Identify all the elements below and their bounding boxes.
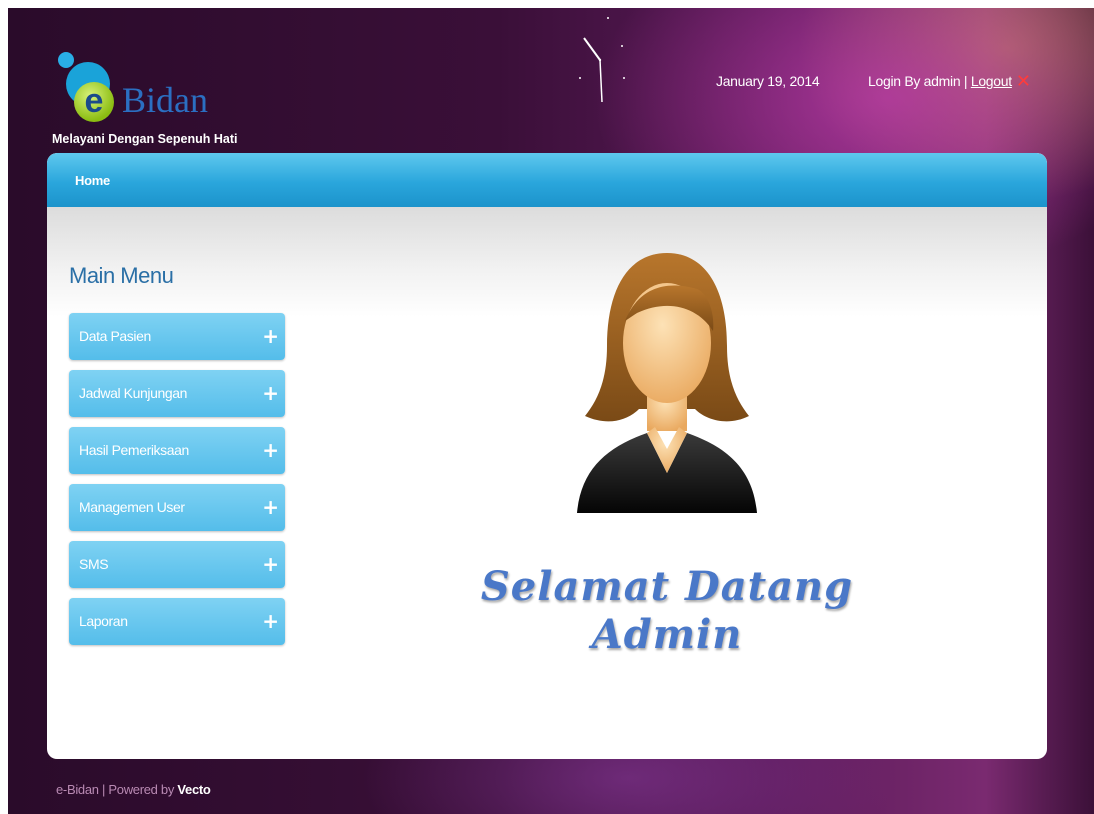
logo-name: Bidan — [122, 80, 208, 120]
sidebar-item-sms[interactable]: SMS + — [69, 541, 285, 588]
login-by-text: Login By admin | — [868, 73, 968, 89]
close-icon[interactable]: ✕ — [1016, 73, 1031, 91]
sidebar-item-managemen-user[interactable]: Managemen User + — [69, 484, 285, 531]
main-menu-title: Main Menu — [69, 263, 174, 288]
login-status: Login By admin | Logout ✕ — [868, 72, 1031, 91]
content-header-shade — [47, 207, 1047, 317]
plus-icon[interactable]: + — [262, 440, 279, 460]
sidebar-item-data-pasien[interactable]: Data Pasien + — [69, 313, 285, 360]
sidebar-menu: Data Pasien + Jadwal Kunjungan + Hasil P… — [69, 313, 285, 655]
sidebar-item-label: Hasil Pemeriksaan — [79, 442, 189, 458]
clock-decoration-icon — [579, 17, 625, 103]
top-navigation — [47, 153, 1047, 207]
sidebar-item-label: Managemen User — [79, 499, 185, 515]
plus-icon[interactable]: + — [262, 497, 279, 517]
current-date: January 19, 2014 — [716, 73, 820, 89]
plus-icon[interactable]: + — [262, 326, 279, 346]
footer: e-Bidan | Powered by Vecto — [56, 782, 211, 798]
sidebar-item-hasil-pemeriksaan[interactable]: Hasil Pemeriksaan + — [69, 427, 285, 474]
sidebar-item-label: Data Pasien — [79, 328, 151, 344]
sidebar-item-laporan[interactable]: Laporan + — [69, 598, 285, 645]
nav-home-link[interactable]: Home — [75, 173, 110, 189]
sidebar-item-label: Jadwal Kunjungan — [79, 385, 188, 401]
logo-e-icon: e — [74, 82, 114, 122]
main-panel: Home Main Menu Data Pasien + Jadwal Kunj… — [47, 153, 1047, 759]
sidebar-item-label: SMS — [79, 556, 109, 572]
plus-icon[interactable]: + — [262, 383, 279, 403]
plus-icon[interactable]: + — [262, 611, 279, 631]
logout-link[interactable]: Logout — [971, 73, 1012, 89]
welcome-heading: Selamat Datang Admin — [480, 563, 854, 658]
page-background: e Bidan Melayani Dengan Sepenuh Hati Jan… — [8, 8, 1094, 814]
admin-avatar — [577, 253, 757, 513]
plus-icon[interactable]: + — [262, 554, 279, 574]
ebidan-logo[interactable]: e Bidan Melayani Dengan Sepenuh Hati — [52, 48, 282, 148]
logo-tagline: Melayani Dengan Sepenuh Hati — [52, 132, 238, 146]
sidebar-item-label: Laporan — [79, 613, 128, 629]
footer-text: e-Bidan | Powered by — [56, 782, 175, 797]
footer-brand-link[interactable]: Vecto — [177, 782, 210, 797]
logo-person-icon — [58, 52, 74, 68]
sidebar-item-jadwal-kunjungan[interactable]: Jadwal Kunjungan + — [69, 370, 285, 417]
